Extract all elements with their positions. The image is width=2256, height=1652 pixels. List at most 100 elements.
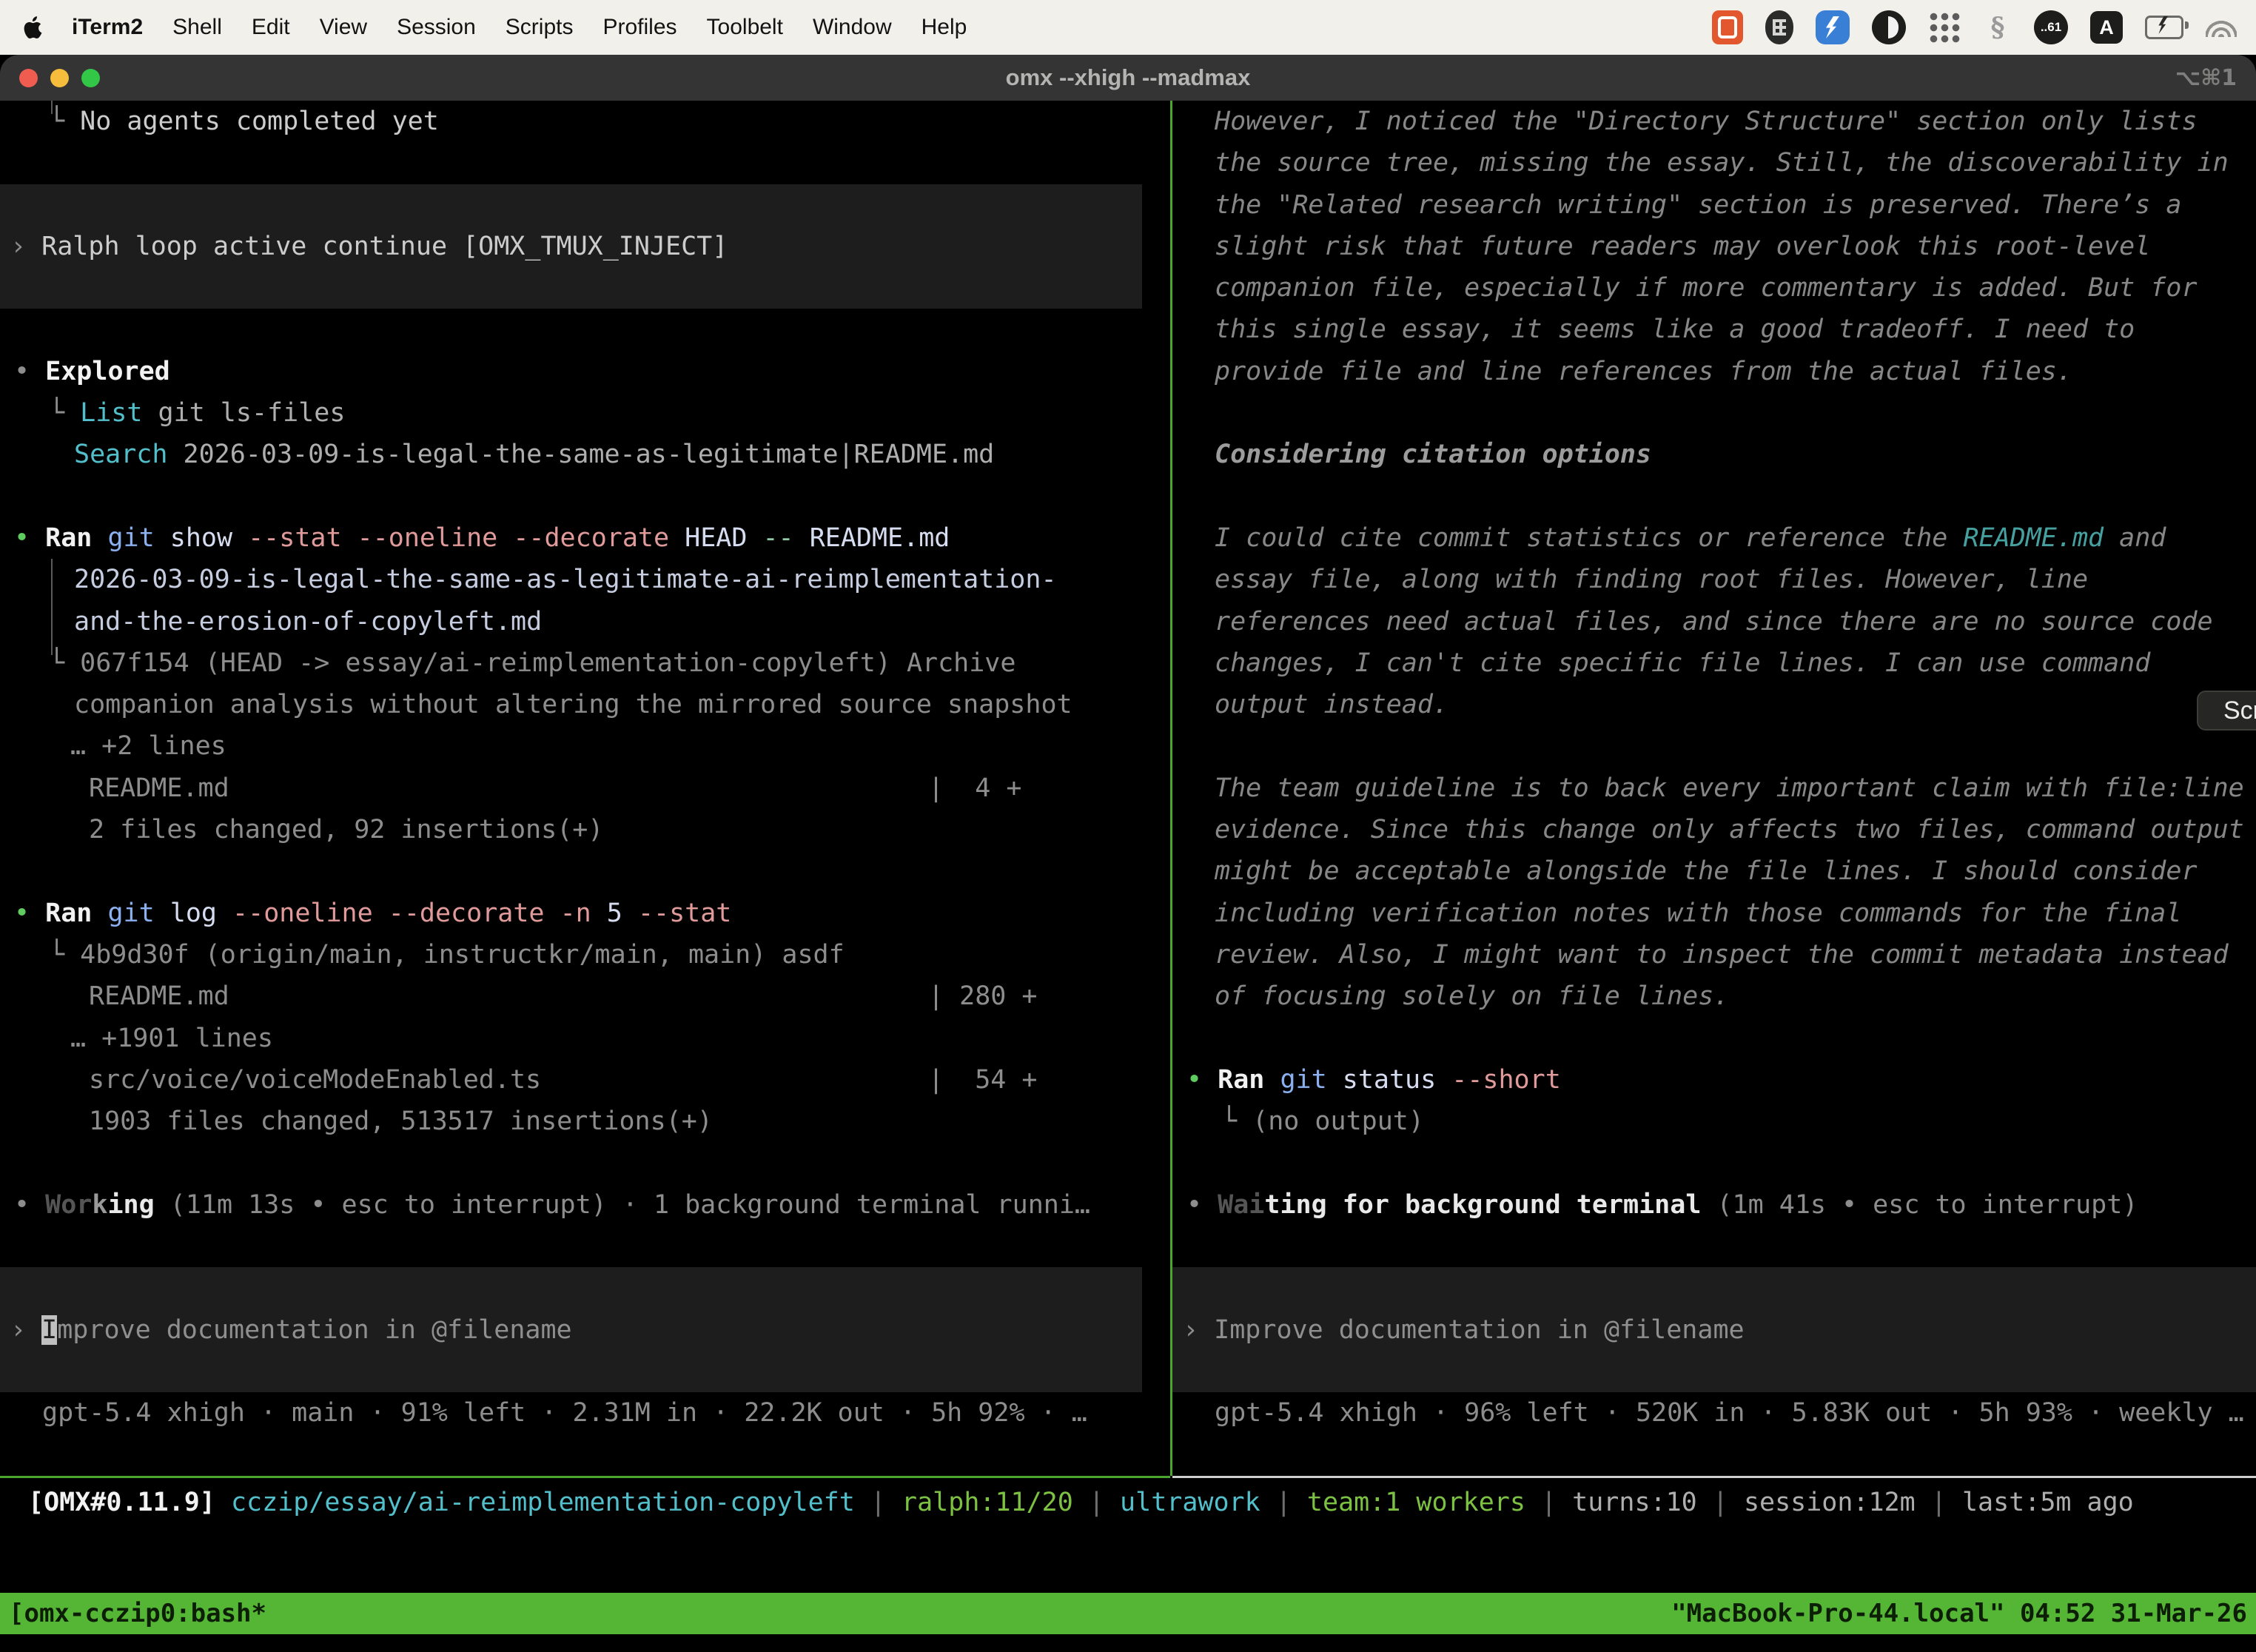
text-token: | [1073, 1488, 1120, 1517]
menu-view[interactable]: View [320, 15, 367, 40]
reasoning-line: The team guideline is to back every impo… [1172, 768, 2256, 809]
text-token: references need actual files, and since … [1215, 607, 2213, 637]
reasoning-line: changes, I can't cite specific file line… [1172, 642, 2256, 684]
text-token: k [92, 1190, 107, 1220]
text-token: might be acceptable alongside the file l… [1215, 856, 2198, 886]
shield-app-icon[interactable] [1765, 10, 1793, 44]
blank-line [0, 1226, 1170, 1267]
text-token: including verification notes with those … [1215, 899, 2181, 928]
text-token: [OMX#0.11.9] [28, 1488, 231, 1517]
pane-border-bottom-inactive [1172, 1476, 2256, 1478]
chat-app-icon[interactable] [1712, 10, 1743, 44]
right-terminal-pane[interactable]: However, I noticed the "Directory Struct… [1172, 101, 2256, 1476]
text-token: • [1186, 1065, 1218, 1095]
reasoning-line: this single essay, it seems like a good … [1172, 309, 2256, 350]
menu-window[interactable]: Window [813, 15, 892, 40]
text-token: README.md [1963, 523, 2104, 553]
text-token: status [1343, 1065, 1452, 1095]
working-status-line: • Working (11m 13s • esc to interrupt) ·… [0, 1184, 1170, 1226]
text-token: --stat [638, 899, 731, 928]
blank-line [1172, 392, 2256, 434]
diffstat-line: README.md| 4 + [0, 768, 1170, 809]
pane-divider-vertical[interactable] [1170, 101, 1172, 1476]
text-token: team:1 workers [1307, 1488, 1525, 1517]
reasoning-line: of focusing solely on file lines. [1172, 976, 2256, 1017]
command-line: • Ran git log --oneline --decorate -n 5 … [0, 893, 1170, 934]
menu-iterm2[interactable]: iTerm2 [72, 15, 143, 40]
prompt-box[interactable]: › Improve documentation in @filename [0, 1267, 1142, 1392]
text-token: ing [107, 1190, 154, 1220]
command-output: … +1901 lines [0, 1018, 1170, 1059]
command-output: └ (no output) [1172, 1101, 2256, 1142]
inject-banner-text: › Ralph loop active continue [OMX_TMUX_I… [0, 226, 728, 267]
text-token: -n [560, 899, 607, 928]
text-token: log [170, 899, 232, 928]
window-titlebar[interactable]: omx --xhigh --madmax ⌥⌘1 [0, 55, 2256, 101]
text-token: (11m 13s • esc to interrupt) · 1 backgro… [155, 1190, 1090, 1220]
left-terminal-pane[interactable]: └ No agents completed yet› Ralph loop ac… [0, 101, 1170, 1476]
timer-badge-icon[interactable]: ..61 [2034, 10, 2068, 44]
text-token: (1m 41s • esc to interrupt) [1701, 1190, 2138, 1220]
command-line: • Ran git status --short [1172, 1059, 2256, 1101]
text-token: mprove documentation in @filename [57, 1315, 571, 1345]
menu-edit[interactable]: Edit [252, 15, 290, 40]
text-token: Explored [45, 357, 170, 386]
text-token: • [14, 1190, 45, 1220]
text-token: gpt-5.4 xhigh · 96% left · 520K in · 5.8… [1215, 1398, 2244, 1428]
figure-app-icon[interactable]: § [1984, 10, 2012, 44]
text-token: | [1260, 1488, 1307, 1517]
wifi-icon[interactable] [2206, 18, 2237, 37]
a-app-icon[interactable]: A [2090, 11, 2123, 44]
apple-menu-icon[interactable] [22, 16, 42, 39]
battery-icon[interactable] [2145, 16, 2183, 39]
text-token: companion analysis without altering the … [74, 690, 1072, 719]
text-token: | [1916, 1488, 1962, 1517]
text-token: › [1183, 1315, 1214, 1345]
window-title: omx --xhigh --madmax [0, 55, 2256, 101]
command-output: … +2 lines [0, 725, 1170, 767]
waiting-status-line: • Waiting for background terminal (1m 41… [1172, 1184, 2256, 1226]
text-token: ultrawork [1120, 1488, 1260, 1517]
reasoning-line: I could cite commit statistics or refere… [1172, 517, 2256, 559]
window-shortcut-badge: ⌥⌘1 [2175, 55, 2237, 101]
menu-scripts[interactable]: Scripts [506, 15, 574, 40]
reasoning-line: slight risk that future readers may over… [1172, 226, 2256, 267]
text-token: git [1280, 1065, 1342, 1095]
prompt-box[interactable]: › Improve documentation in @filename [1172, 1267, 2256, 1392]
reasoning-line: essay file, along with finding root file… [1172, 559, 2256, 600]
text-token: Ran [1218, 1065, 1280, 1095]
text-token: output instead. [1215, 690, 1448, 719]
menu-help[interactable]: Help [921, 15, 967, 40]
text-token: Ran [45, 523, 107, 553]
screen-tooltip-label: Scre [2223, 696, 2256, 725]
menu-profiles[interactable]: Profiles [602, 15, 677, 40]
reasoning-line: the source tree, missing the essay. Stil… [1172, 142, 2256, 184]
text-token: › [10, 1315, 41, 1345]
menu-toolbelt[interactable]: Toolbelt [707, 15, 783, 40]
moon-app-icon[interactable] [1872, 10, 1906, 44]
command-output: companion analysis without altering the … [0, 684, 1170, 725]
text-token: Wor [45, 1190, 92, 1220]
text-token: src/voice/voiceModeEnabled.ts [89, 1059, 928, 1101]
menu-shell[interactable]: Shell [172, 15, 222, 40]
text-token: Improve documentation in @filename [1214, 1315, 1744, 1345]
text-token: The team guideline is to back every impo… [1215, 773, 2244, 803]
reasoning-line: review. Also, I might want to inspect th… [1172, 934, 2256, 976]
text-token: | [1525, 1488, 1572, 1517]
menu-session[interactable]: Session [397, 15, 476, 40]
bolt-app-icon[interactable] [1816, 10, 1850, 44]
grid-menu-icon[interactable] [1928, 11, 1961, 44]
blank-line [0, 476, 1170, 517]
blank-line [1172, 1226, 2256, 1267]
diffstat-line: README.md| 280 + [0, 976, 1170, 1017]
text-token: --stat --oneline --decorate [248, 523, 685, 553]
reasoning-heading: Considering citation options [1172, 434, 2256, 475]
text-token: this single essay, it seems like a good … [1215, 315, 2135, 344]
text-token: HEAD [685, 523, 762, 553]
blank-line [1172, 1018, 2256, 1059]
text-token: └ 4b9d30f (origin/main, instructkr/main,… [49, 940, 845, 970]
explored-search-line: Search 2026-03-09-is-legal-the-same-as-l… [0, 434, 1170, 475]
text-token: … +2 lines [70, 731, 226, 761]
inject-banner[interactable]: › Ralph loop active continue [OMX_TMUX_I… [0, 184, 1142, 309]
text-token: last:5m ago [1962, 1488, 2134, 1517]
